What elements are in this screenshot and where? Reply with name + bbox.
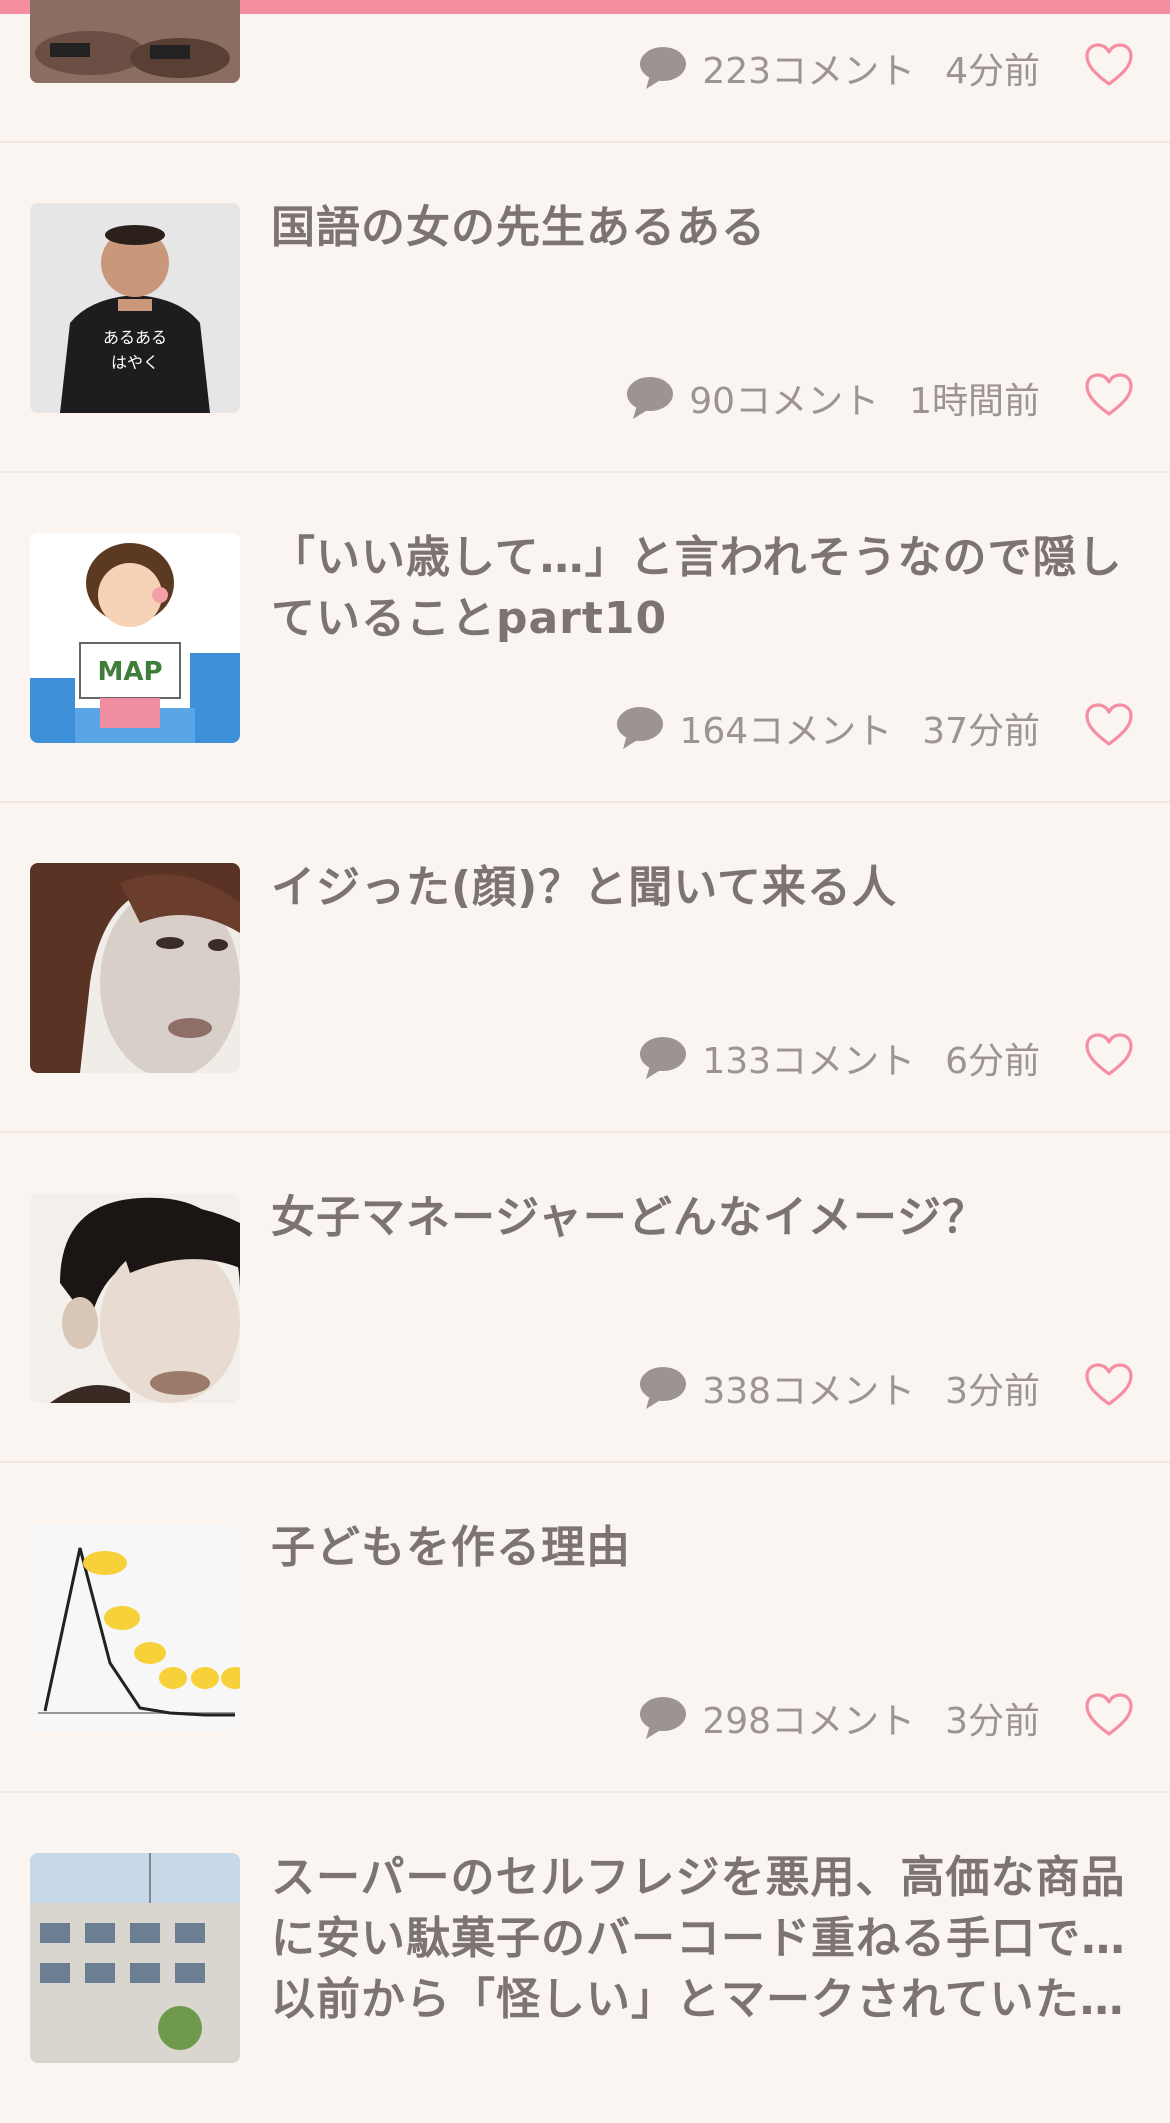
meta-row: 90コメント 1時間前: [625, 370, 1040, 426]
thumbnail-image: MAP: [30, 533, 240, 743]
list-item[interactable]: スーパーのセルフレジを悪用、高価な商品に安い駄菓子のバーコード重ねる手口で…以前…: [0, 1793, 1170, 2123]
comment-bubble-icon: [617, 707, 664, 749]
heart-outline-icon[interactable]: [1084, 1032, 1134, 1078]
thumbnail-image: [30, 1193, 240, 1403]
list-item[interactable]: あるある はやく 国語の女の先生あるある 90コメント 1時間前: [0, 143, 1170, 473]
thumbnail-image: [30, 1853, 240, 2063]
topic-title[interactable]: 女子マネージャーどんなイメージ？: [271, 1187, 1131, 1248]
topic-title[interactable]: 国語の女の先生あるある: [271, 197, 1131, 258]
list-item[interactable]: 223コメント 4分前: [0, 0, 1170, 143]
heart-outline-icon[interactable]: [1084, 42, 1134, 88]
posted-time: 4分前: [945, 51, 1040, 92]
comment-count: 164コメント: [679, 711, 893, 752]
topic-title[interactable]: イジった(顔)？と聞いて来る人: [271, 857, 1131, 918]
meta-row: 164コメント 37分前: [615, 700, 1040, 756]
comment-count: 133コメント: [702, 1041, 916, 1082]
comment-bubble-icon: [640, 47, 687, 89]
posted-time: 37分前: [922, 711, 1040, 752]
comment-count: 90コメント: [689, 381, 880, 422]
posted-time: 1時間前: [909, 381, 1040, 422]
comment-count: 298コメント: [702, 1701, 916, 1742]
list-item[interactable]: イジった(顔)？と聞いて来る人 133コメント 6分前: [0, 803, 1170, 1133]
svg-text:はやく: はやく: [111, 353, 159, 372]
heart-outline-icon[interactable]: [1084, 372, 1134, 418]
meta-row: 133コメント 6分前: [638, 1030, 1040, 1086]
meta-row: 298コメント 3分前: [638, 1690, 1040, 1746]
meta-row: 223コメント 4分前: [638, 40, 1040, 96]
comment-bubble-icon: [640, 1697, 687, 1739]
comment-bubble-icon: [627, 377, 674, 419]
posted-time: 3分前: [945, 1701, 1040, 1742]
list-item[interactable]: 子どもを作る理由 298コメント 3分前: [0, 1463, 1170, 1793]
comment-bubble-icon: [640, 1367, 687, 1409]
thumbnail-image: [30, 1523, 240, 1733]
posted-time: 6分前: [945, 1041, 1040, 1082]
map-sign-text: MAP: [97, 657, 162, 687]
posted-time: 3分前: [945, 1371, 1040, 1412]
thumbnail-image: [30, 0, 240, 83]
heart-outline-icon[interactable]: [1084, 1362, 1134, 1408]
heart-outline-icon[interactable]: [1084, 1692, 1134, 1738]
heart-outline-icon[interactable]: [1084, 702, 1134, 748]
list-item[interactable]: MAP 「いい歳して…」と言われそうなので隠していることpart10 164コメ…: [0, 473, 1170, 803]
svg-text:あるある: あるある: [103, 328, 167, 347]
comment-count: 223コメント: [702, 51, 916, 92]
list-item[interactable]: 女子マネージャーどんなイメージ？ 338コメント 3分前: [0, 1133, 1170, 1463]
comment-bubble-icon: [640, 1037, 687, 1079]
comment-count: 338コメント: [702, 1371, 916, 1412]
topic-title[interactable]: 子どもを作る理由: [271, 1517, 1131, 1578]
topic-title[interactable]: スーパーのセルフレジを悪用、高価な商品に安い駄菓子のバーコード重ねる手口で…以前…: [271, 1847, 1131, 2030]
topic-title[interactable]: 「いい歳して…」と言われそうなので隠していることpart10: [271, 527, 1131, 649]
meta-row: 338コメント 3分前: [638, 1360, 1040, 1416]
thumbnail-image: あるある はやく: [30, 203, 240, 413]
thumbnail-image: [30, 863, 240, 1073]
